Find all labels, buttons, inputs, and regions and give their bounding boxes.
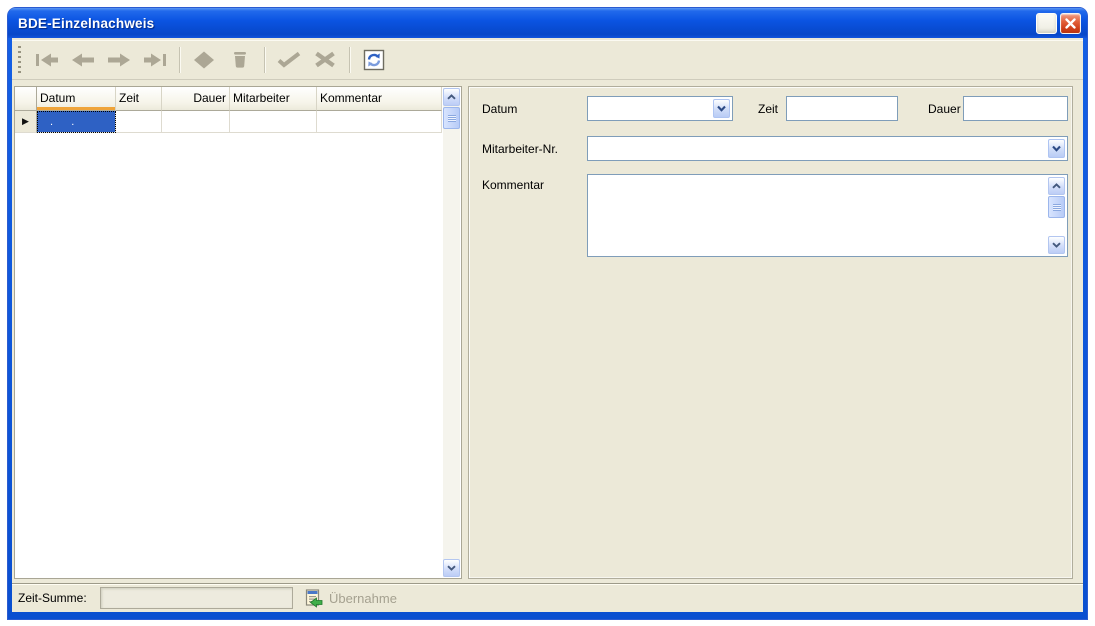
delete-record-button[interactable]	[222, 45, 258, 75]
scroll-thumb[interactable]	[1048, 196, 1065, 218]
table-row[interactable]: ▶ . .	[15, 111, 461, 133]
client-area: Datum Zeit Dauer Mitarbeiter Kommentar ▶…	[12, 38, 1083, 612]
cell-dauer[interactable]	[162, 111, 230, 133]
insert-record-button[interactable]	[186, 45, 222, 75]
row-indicator: ▶	[15, 111, 37, 133]
mitarbeiter-nr-combobox[interactable]	[587, 136, 1068, 161]
column-header-kommentar[interactable]: Kommentar	[317, 87, 442, 111]
window-title: BDE-Einzelnachweis	[18, 16, 1036, 31]
records-grid[interactable]: Datum Zeit Dauer Mitarbeiter Kommentar ▶…	[14, 86, 462, 579]
chevron-down-icon	[1052, 145, 1061, 152]
scroll-up-button[interactable]	[443, 88, 460, 106]
scroll-up-button[interactable]	[1048, 177, 1065, 195]
arrow-left-icon	[68, 52, 98, 68]
first-record-button[interactable]	[29, 45, 65, 75]
kommentar-textarea[interactable]	[588, 175, 1048, 256]
chevron-down-icon	[1052, 242, 1061, 248]
chevron-up-icon	[1052, 183, 1061, 189]
close-button[interactable]	[1060, 13, 1081, 34]
mitarbeiter-nr-dropdown-button[interactable]	[1048, 139, 1065, 158]
toolbar-separator	[179, 47, 180, 73]
refresh-icon	[363, 49, 385, 71]
datum-combobox[interactable]	[587, 96, 733, 121]
toolbar-separator	[349, 47, 350, 73]
scroll-down-button[interactable]	[443, 559, 460, 577]
toolbar-separator	[264, 47, 265, 73]
titlebar-controls	[1036, 13, 1081, 34]
close-icon	[1065, 18, 1076, 29]
kommentar-vscrollbar[interactable]	[1048, 177, 1065, 254]
column-header-zeit[interactable]: Zeit	[116, 87, 162, 111]
titlebar[interactable]: BDE-Einzelnachweis	[8, 8, 1087, 38]
bde-einzelnachweis-window: BDE-Einzelnachweis	[8, 8, 1087, 619]
thumb-ridges-icon	[448, 115, 456, 122]
uebernahme-button[interactable]: Übernahme	[304, 587, 397, 609]
checkmark-icon	[276, 51, 302, 68]
cancel-edit-button[interactable]	[307, 45, 343, 75]
dauer-input[interactable]	[963, 96, 1068, 121]
zeit-summe-label: Zeit-Summe:	[18, 591, 87, 605]
scroll-down-button[interactable]	[1048, 236, 1065, 254]
chevron-down-icon	[447, 565, 456, 571]
datum-dropdown-button[interactable]	[713, 99, 730, 118]
prior-record-button[interactable]	[65, 45, 101, 75]
kommentar-label: Kommentar	[482, 178, 544, 192]
zeit-input[interactable]	[786, 96, 898, 121]
scroll-thumb[interactable]	[443, 107, 460, 129]
column-header-mitarbeiter[interactable]: Mitarbeiter	[230, 87, 317, 111]
grid-header: Datum Zeit Dauer Mitarbeiter Kommentar	[15, 87, 461, 111]
datum-label: Datum	[482, 102, 517, 116]
zeit-label: Zeit	[758, 102, 778, 116]
x-cross-icon	[313, 51, 337, 68]
diamond-insert-icon	[192, 51, 216, 69]
toolbar-gripper[interactable]	[18, 46, 21, 74]
trash-icon	[228, 50, 252, 69]
mitarbeiter-nr-label: Mitarbeiter-Nr.	[482, 142, 558, 156]
navigator-toolbar	[12, 40, 1083, 80]
last-record-button[interactable]	[137, 45, 173, 75]
kommentar-memo	[587, 174, 1068, 257]
footer-bar: Zeit-Summe: Übernahme	[12, 583, 1083, 612]
column-header-dauer[interactable]: Dauer	[162, 87, 230, 111]
cell-kommentar[interactable]	[317, 111, 442, 133]
column-header-datum[interactable]: Datum	[37, 87, 116, 111]
zeit-summe-input	[100, 587, 293, 609]
uebernahme-label: Übernahme	[329, 591, 397, 606]
arrow-right-icon	[104, 52, 134, 68]
chevron-up-icon	[447, 94, 456, 100]
first-record-icon	[32, 52, 62, 68]
thumb-ridges-icon	[1053, 204, 1061, 211]
cell-datum-selected[interactable]: . .	[37, 111, 116, 133]
post-edit-button[interactable]	[271, 45, 307, 75]
next-record-button[interactable]	[101, 45, 137, 75]
detail-form-panel: Datum Zeit Dauer Mitarbeiter-Nr.	[468, 86, 1073, 579]
cell-mitarbeiter[interactable]	[230, 111, 317, 133]
cell-zeit[interactable]	[116, 111, 162, 133]
maximize-button[interactable]	[1036, 13, 1057, 34]
row-indicator-header	[15, 87, 37, 111]
uebernahme-icon	[304, 589, 323, 608]
refresh-button[interactable]	[356, 45, 392, 75]
grid-vscrollbar[interactable]	[443, 88, 460, 577]
chevron-down-icon	[717, 105, 726, 112]
dauer-label: Dauer	[928, 102, 961, 116]
last-record-icon	[140, 52, 170, 68]
